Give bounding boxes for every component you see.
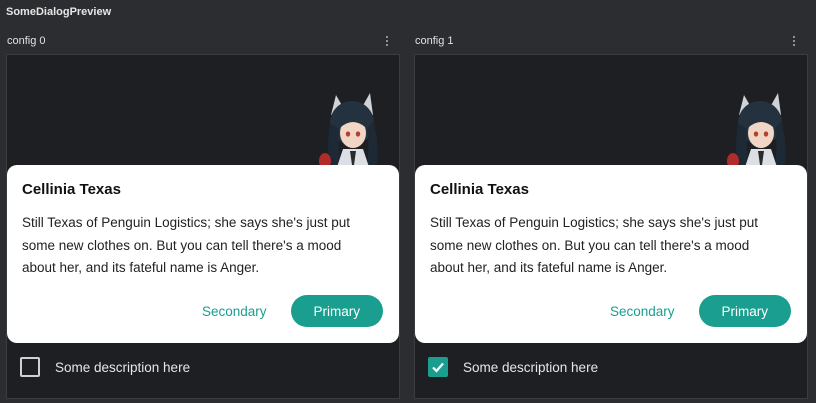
config-label: config 0 <box>7 35 46 47</box>
more-options-icon[interactable] <box>382 33 392 49</box>
primary-button[interactable]: Primary <box>290 295 383 327</box>
dialog-actions: Secondary Primary <box>610 295 791 327</box>
checkbox-unchecked[interactable] <box>20 357 40 377</box>
dialog: Cellinia Texas Still Texas of Penguin Lo… <box>7 165 399 343</box>
dialog-title: Cellinia Texas <box>22 181 121 198</box>
character-illustration <box>319 93 378 173</box>
character-illustration <box>727 93 786 173</box>
more-options-icon[interactable] <box>789 33 799 49</box>
preview-device: Cellinia Texas Still Texas of Penguin Lo… <box>414 54 808 399</box>
checkbox-checked[interactable] <box>428 357 448 377</box>
checkmark-icon <box>432 362 444 373</box>
config-header: config 1 <box>415 33 809 49</box>
preview-device: Cellinia Texas Still Texas of Penguin Lo… <box>6 54 400 399</box>
dialog-actions: Secondary Primary <box>202 295 383 327</box>
preview-title: SomeDialogPreview <box>6 6 112 18</box>
secondary-button[interactable]: Secondary <box>202 304 267 319</box>
checkbox-label: Some description here <box>463 359 599 375</box>
dialog-body: Still Texas of Penguin Logistics; she sa… <box>22 215 351 275</box>
primary-button[interactable]: Primary <box>698 295 791 327</box>
checkbox-row[interactable]: Some description here <box>428 357 598 377</box>
dialog-body: Still Texas of Penguin Logistics; she sa… <box>430 215 759 275</box>
secondary-button[interactable]: Secondary <box>610 304 675 319</box>
dialog-title: Cellinia Texas <box>430 181 529 198</box>
checkbox-label: Some description here <box>55 359 191 375</box>
dialog: Cellinia Texas Still Texas of Penguin Lo… <box>415 165 807 343</box>
checkbox-row[interactable]: Some description here <box>20 357 190 377</box>
config-header: config 0 <box>7 33 401 49</box>
config-label: config 1 <box>415 35 454 47</box>
